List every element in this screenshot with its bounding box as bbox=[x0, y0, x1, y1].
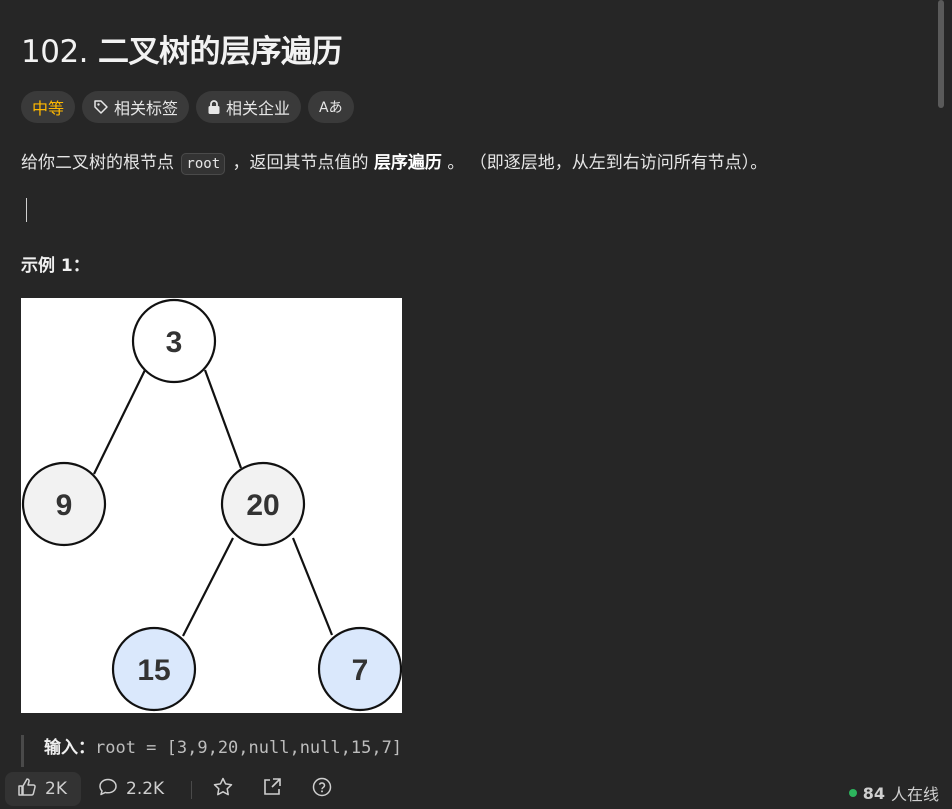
translate-icon: Aあ bbox=[319, 100, 343, 116]
tag-row: 中等 相关标签 相关企业 Aあ bbox=[21, 91, 354, 123]
statement-text-3: 。 （即逐层地，从左到右访问所有节点）。 bbox=[441, 153, 768, 173]
share-button[interactable] bbox=[261, 772, 283, 806]
related-companies-button[interactable]: 相关企业 bbox=[196, 91, 302, 123]
problem-description-panel: 102. 二叉树的层序遍历 中等 相关标签 相关企业 Aあ 给你二叉树的根节点 r… bbox=[0, 0, 944, 767]
online-users: 84 人在线 bbox=[848, 781, 939, 805]
tree-label-9: 9 bbox=[56, 489, 73, 522]
like-button[interactable]: 2K bbox=[5, 772, 81, 806]
bottom-action-bar: 2K 2.2K 84 人在线 bbox=[0, 767, 952, 809]
problem-name: 二叉树的层序遍历 bbox=[98, 34, 343, 70]
scrollbar-thumb[interactable] bbox=[938, 0, 944, 108]
edge-3-20 bbox=[203, 369, 243, 469]
problem-statement: 给你二叉树的根节点 root ，返回其节点值的 层序遍历 。 （即逐层地，从左到… bbox=[21, 148, 768, 175]
related-tags-label: 相关标签 bbox=[114, 99, 179, 118]
lock-icon bbox=[207, 99, 221, 115]
problem-number: 102. bbox=[21, 34, 89, 70]
statement-bold-text: 层序遍历 bbox=[373, 153, 442, 173]
edge-3-9 bbox=[93, 369, 146, 475]
input-value: root = [3,9,20,null,null,15,7] bbox=[95, 738, 403, 758]
example-input-line: 输入：root = [3,9,20,null,null,15,7] bbox=[44, 735, 402, 762]
divider bbox=[191, 781, 192, 799]
related-tags-button[interactable]: 相关标签 bbox=[82, 91, 190, 123]
online-count: 84 bbox=[862, 783, 885, 803]
example-tree-image: 3 9 20 15 7 bbox=[21, 298, 403, 713]
difficulty-label: 中等 bbox=[32, 99, 65, 118]
text-cursor bbox=[26, 198, 27, 222]
external-link-icon bbox=[261, 776, 283, 803]
difficulty-badge: 中等 bbox=[21, 91, 76, 123]
example-1-title: 示例 1： bbox=[21, 256, 90, 276]
tree-label-20: 20 bbox=[246, 489, 279, 522]
statement-text-1: 给你二叉树的根节点 bbox=[21, 153, 180, 173]
edge-20-15 bbox=[182, 537, 234, 637]
online-label: 人在线 bbox=[890, 785, 939, 804]
edge-20-7 bbox=[291, 537, 334, 636]
thumbs-up-icon bbox=[17, 777, 37, 802]
tag-icon bbox=[93, 99, 109, 115]
question-icon bbox=[311, 776, 333, 803]
favorite-button[interactable] bbox=[212, 772, 234, 806]
statement-text-2: ，返回其节点值的 bbox=[227, 153, 374, 173]
like-count: 2K bbox=[45, 779, 67, 799]
help-button[interactable] bbox=[311, 772, 333, 806]
inline-code-root: root bbox=[181, 153, 226, 175]
related-companies-label: 相关企业 bbox=[226, 99, 291, 118]
problem-title[interactable]: 102. 二叉树的层序遍历 bbox=[21, 26, 343, 71]
tree-label-15: 15 bbox=[137, 654, 170, 687]
input-label: 输入： bbox=[44, 738, 95, 758]
example-io-block: 输入：root = [3,9,20,null,null,15,7] bbox=[21, 735, 402, 767]
comment-icon bbox=[98, 777, 118, 802]
online-dot-icon bbox=[848, 789, 857, 797]
tree-label-7: 7 bbox=[352, 654, 369, 687]
translate-button[interactable]: Aあ bbox=[308, 91, 354, 123]
comment-count: 2.2K bbox=[126, 779, 165, 799]
star-icon bbox=[212, 776, 234, 803]
comments-button[interactable]: 2.2K bbox=[98, 772, 164, 806]
tree-label-3: 3 bbox=[166, 326, 183, 359]
